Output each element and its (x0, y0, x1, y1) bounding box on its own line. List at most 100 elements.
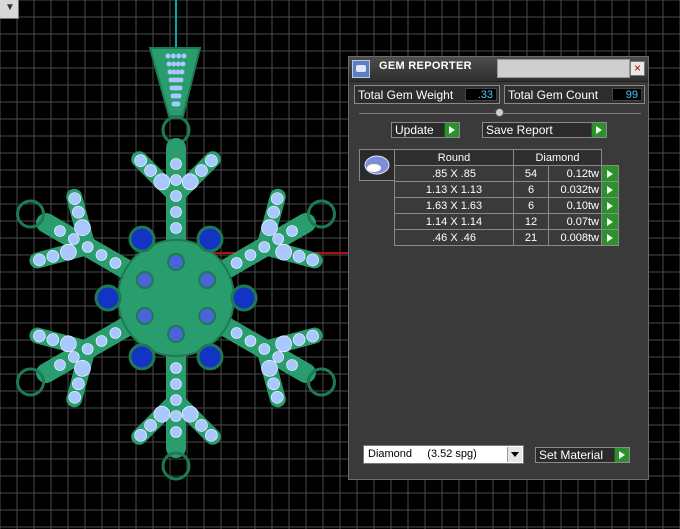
small-gem (95, 249, 108, 261)
small-gem (170, 426, 182, 438)
small-gem (109, 257, 122, 269)
branch-gem (60, 243, 77, 261)
branch-gem (134, 154, 147, 167)
bail-pave-gem (170, 53, 176, 59)
bail-pave-gem (175, 61, 181, 67)
panel-titlebar[interactable]: GEM REPORTER × (349, 57, 648, 82)
table-row[interactable]: .46 X .46 21 0.008tw (394, 229, 619, 246)
small-gem (170, 206, 182, 218)
row-select-arrow-icon[interactable] (601, 165, 619, 182)
branch-gem (60, 335, 77, 353)
inner-gem (135, 307, 154, 325)
branch-gem (153, 405, 171, 423)
bail-pave-gem (178, 77, 184, 83)
small-gem (170, 222, 182, 234)
inner-gem (198, 271, 217, 289)
branch-gem (68, 390, 82, 404)
total-gem-count-box: Total Gem Count 99 (504, 85, 645, 104)
branch-gem (267, 377, 280, 391)
small-gem (258, 343, 271, 355)
inner-gem (135, 271, 154, 289)
bail-pave-gem (181, 53, 187, 59)
branch-gem (267, 205, 280, 219)
bail-pave-gem (175, 101, 181, 107)
branch-gem (46, 333, 60, 346)
chevron-down-icon[interactable] (507, 447, 522, 462)
chevron-down-icon[interactable]: ▼ (5, 3, 15, 13)
branch-gem (33, 329, 46, 343)
gem-reporter-panel: GEM REPORTER × Total Gem Weight .33 Tota… (348, 56, 649, 480)
branch-gem (46, 250, 60, 263)
gem-count: 6 (513, 181, 549, 198)
branch-gem (72, 205, 85, 219)
arm-tip-ring (16, 199, 46, 229)
small-gem (170, 362, 182, 374)
bail-pave-gem (176, 53, 182, 59)
bail-pave-gem (176, 93, 182, 99)
total-gem-count-label: Total Gem Count (508, 88, 599, 102)
small-gem (68, 233, 80, 245)
bail-pave-gem (180, 61, 186, 67)
inner-gem (167, 325, 185, 343)
branch-gem (275, 243, 292, 261)
table-row[interactable]: .85 X .85 54 0.12tw (394, 165, 619, 182)
gem-weight: 0.008tw (548, 229, 602, 246)
inner-gem (198, 307, 217, 325)
small-gem (54, 359, 66, 371)
small-gem (54, 225, 66, 237)
branch-gem (205, 429, 218, 442)
update-button[interactable]: Update (391, 122, 460, 138)
branch-gem (306, 253, 319, 267)
gem-reporter-app-icon (352, 60, 370, 78)
small-gem (170, 158, 182, 170)
play-arrow-icon (444, 123, 459, 137)
panel-title: GEM REPORTER (379, 60, 472, 72)
small-gem (286, 225, 298, 237)
viewport-menu-button[interactable]: ▼ (0, 0, 19, 19)
branch-gem (72, 377, 85, 391)
gem-table-header: Round Diamond (394, 149, 619, 166)
gem-size: 1.14 X 1.14 (394, 213, 514, 230)
gem-preview-thumbnail[interactable] (359, 149, 395, 181)
bail-pave-gem (177, 85, 183, 91)
row-select-arrow-icon[interactable] (601, 213, 619, 230)
branch-gem (306, 329, 319, 343)
branch-gem (261, 360, 278, 377)
large-blue-gem (94, 284, 122, 312)
arm-tip-ring (306, 199, 336, 229)
play-arrow-icon (614, 448, 629, 462)
total-gem-weight-box: Total Gem Weight .33 (354, 85, 500, 104)
save-report-button-label: Save Report (486, 123, 553, 137)
total-gem-count-value: 99 (612, 88, 642, 101)
gem-table: Round Diamond .85 X .85 54 0.12tw 1.13 X… (394, 149, 619, 246)
gem-count: 21 (513, 229, 549, 246)
small-gem (170, 378, 182, 390)
header-diamond: Diamond (513, 149, 602, 166)
row-select-arrow-icon[interactable] (601, 229, 619, 246)
small-gem (68, 351, 80, 363)
gem-weight: 0.10tw (548, 197, 602, 214)
material-dropdown[interactable]: Diamond (3.52 spg) (363, 445, 524, 464)
row-select-arrow-icon[interactable] (601, 181, 619, 198)
small-gem (109, 327, 122, 339)
branch-gem (270, 192, 284, 206)
set-material-button-label: Set Material (539, 448, 604, 462)
gem-weight: 0.07tw (548, 213, 602, 230)
save-report-button[interactable]: Save Report (482, 122, 607, 138)
row-select-arrow-icon[interactable] (601, 197, 619, 214)
table-row[interactable]: 1.63 X 1.63 6 0.10tw (394, 197, 619, 214)
small-gem (170, 190, 182, 202)
gem-size: .46 X .46 (394, 229, 514, 246)
branch-gem (275, 335, 292, 353)
branch-gem (68, 192, 82, 206)
small-gem (230, 257, 243, 269)
set-material-button[interactable]: Set Material (535, 447, 630, 463)
table-row[interactable]: 1.14 X 1.14 12 0.07tw (394, 213, 619, 230)
table-row[interactable]: 1.13 X 1.13 6 0.032tw (394, 181, 619, 198)
small-gem (244, 249, 257, 261)
small-gem (95, 335, 108, 347)
title-drag-area[interactable] (497, 59, 630, 78)
branch-gem (144, 164, 157, 177)
close-button[interactable]: × (630, 61, 645, 76)
slider-handle[interactable] (495, 108, 504, 117)
